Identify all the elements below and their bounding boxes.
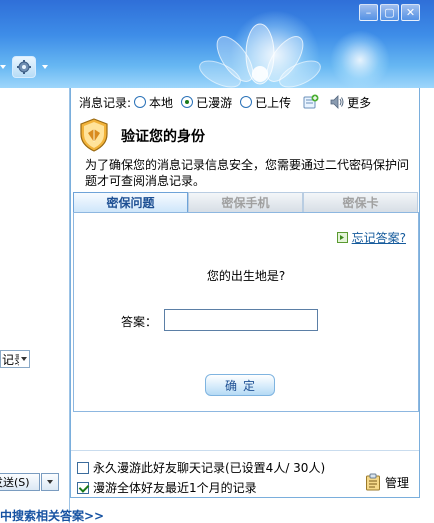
- message-record-panel: 消息记录: 本地 已漫游 已上传 更多 验证您的身份 为了确保您的消息记录信息安…: [70, 88, 420, 498]
- more-button[interactable]: 更多: [347, 94, 371, 111]
- roam-all-option[interactable]: 漫游全体好友最近1个月的记录: [77, 479, 257, 496]
- minimize-button[interactable]: –: [359, 4, 378, 21]
- send-options-button[interactable]: [41, 473, 59, 491]
- verify-description: 为了确保您的消息记录信息安全，您需要通过二代密码保护问题才可查阅消息记录。: [85, 158, 410, 188]
- record-source-label: 消息记录:: [79, 95, 132, 110]
- add-record-icon[interactable]: [303, 94, 319, 110]
- permanent-roam-checkbox[interactable]: [77, 461, 89, 474]
- flower-decoration-icon: [199, 23, 321, 88]
- close-button[interactable]: ✕: [401, 4, 420, 21]
- answer-input[interactable]: [164, 309, 318, 331]
- security-question-content: 忘记答案? 您的出生地是? 答案： 确定: [73, 212, 419, 412]
- permanent-roam-label: 永久漫游此好友聊天记录(已设置4人/ 30人): [93, 461, 326, 475]
- forgot-answer-label: 忘记答案?: [351, 231, 406, 245]
- radio-uploaded-dot[interactable]: [240, 96, 253, 108]
- chat-window-strip: [0, 88, 70, 523]
- answer-label: 答案：: [121, 315, 158, 329]
- toolbar-dropdown-icon[interactable]: [0, 65, 6, 69]
- speaker-icon[interactable]: [329, 94, 345, 110]
- security-question-text: 您的出生地是?: [206, 269, 286, 283]
- chevron-down-icon: [19, 351, 29, 367]
- radio-local-label: 本地: [149, 95, 174, 110]
- permanent-roam-option[interactable]: 永久漫游此好友聊天记录(已设置4人/ 30人): [77, 459, 325, 476]
- forgot-answer-link[interactable]: 忘记答案?: [336, 229, 406, 246]
- arrow-right-icon: [336, 232, 348, 243]
- confirm-button[interactable]: 确定: [205, 374, 275, 396]
- page-title: 验证您的身份: [121, 129, 205, 145]
- shield-icon: [80, 118, 108, 152]
- radio-roamed-dot[interactable]: [181, 96, 194, 108]
- roam-all-label: 漫游全体好友最近1个月的记录: [93, 481, 257, 495]
- settings-dropdown-icon[interactable]: [42, 65, 48, 69]
- radio-local[interactable]: 本地: [134, 94, 173, 111]
- tab-security-card[interactable]: 密保卡: [303, 192, 418, 212]
- record-select[interactable]: 记录: [0, 350, 30, 368]
- chevron-down-icon: [47, 480, 53, 484]
- tab-security-phone[interactable]: 密保手机: [188, 192, 303, 212]
- record-select-text: 记录: [2, 352, 19, 367]
- record-source-bar: 消息记录: 本地 已漫游 已上传 更多: [79, 92, 413, 112]
- toolbar-icons: [0, 56, 48, 78]
- radio-roamed-label: 已漫游: [196, 95, 233, 110]
- security-tabs: 密保问题 密保手机 密保卡: [73, 192, 419, 212]
- search-answer-link[interactable]: 中搜索相关答案>>: [0, 507, 104, 523]
- radio-uploaded-label: 已上传: [255, 95, 292, 110]
- radio-local-dot[interactable]: [134, 96, 147, 108]
- roaming-options: 永久漫游此好友聊天记录(已设置4人/ 30人) 漫游全体好友最近1个月的记录 管…: [71, 450, 419, 498]
- window-controls: – ▢ ✕: [359, 4, 420, 21]
- clipboard-icon: [365, 473, 380, 491]
- maximize-button[interactable]: ▢: [380, 4, 399, 21]
- manage-button[interactable]: 管理: [365, 473, 409, 491]
- send-button[interactable]: 发送(S): [0, 473, 40, 491]
- manage-label: 管理: [384, 475, 409, 490]
- gear-icon: [17, 60, 31, 74]
- header-banner: – ▢ ✕: [0, 0, 434, 88]
- tab-security-question[interactable]: 密保问题: [73, 192, 188, 212]
- roam-all-checkbox[interactable]: [77, 481, 89, 494]
- radio-roamed[interactable]: 已漫游: [181, 94, 232, 111]
- send-button-label: 发送(S): [0, 476, 30, 489]
- radio-uploaded[interactable]: 已上传: [240, 94, 291, 111]
- settings-button[interactable]: [12, 56, 36, 78]
